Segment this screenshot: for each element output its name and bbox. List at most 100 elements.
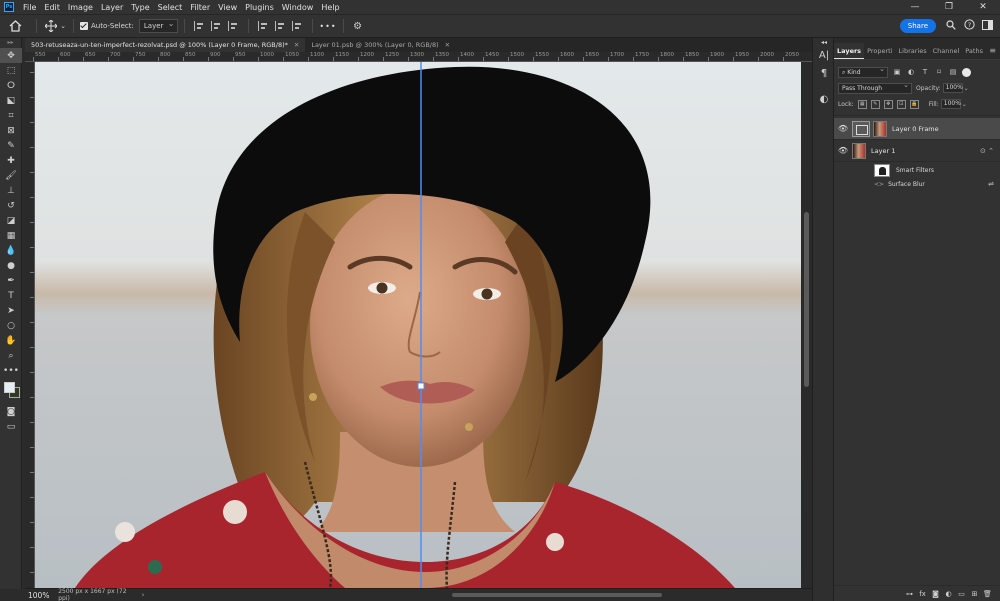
align-bottom-icon[interactable] — [292, 21, 303, 31]
blending-options-icon[interactable]: ⇌ — [988, 180, 994, 188]
smart-filters-row[interactable]: Smart Filters — [834, 162, 1000, 178]
tab-properties[interactable]: Properti — [864, 43, 895, 59]
type-tool-icon[interactable]: T — [0, 288, 22, 303]
menu-plugins[interactable]: Plugins — [241, 3, 278, 12]
layer-style-fx-icon[interactable]: fx — [916, 590, 929, 598]
transform-handle[interactable] — [417, 382, 425, 390]
auto-select-checkbox[interactable] — [80, 22, 88, 30]
edit-toolbar-icon[interactable]: ••• — [0, 363, 22, 378]
menu-filter[interactable]: Filter — [186, 3, 214, 12]
layer-row-layer-0-frame[interactable]: 👁 Layer 0 Frame — [834, 118, 1000, 140]
filter-toggle-icon[interactable] — [962, 67, 971, 77]
clone-stamp-tool-icon[interactable]: ⊥ — [0, 183, 22, 198]
quick-mask-icon[interactable]: ◙ — [0, 404, 22, 419]
ellipse-tool-icon[interactable]: ○ — [0, 318, 22, 333]
status-menu-arrow-icon[interactable]: › — [142, 591, 145, 599]
filter-kind-dropdown[interactable]: ⌕ Kind — [838, 65, 888, 78]
menu-edit[interactable]: Edit — [40, 3, 64, 12]
screen-mode-icon[interactable]: ▭ — [0, 419, 22, 434]
delete-layer-icon[interactable]: 🗑 — [981, 590, 994, 598]
layer-name[interactable]: Layer 1 — [871, 147, 895, 155]
lock-image-icon[interactable]: ✎ — [870, 99, 880, 109]
layer-row-layer-1[interactable]: 👁 Layer 1 ⊙ ⌃ — [834, 140, 1000, 162]
marquee-tool-icon[interactable]: ⬚ — [0, 63, 22, 78]
new-layer-icon[interactable]: ⊞ — [968, 590, 981, 598]
move-tool-icon[interactable]: ✥ — [0, 48, 22, 63]
menu-image[interactable]: Image — [64, 3, 97, 12]
eraser-tool-icon[interactable]: ◪ — [0, 213, 22, 228]
crop-tool-icon[interactable]: ⌗ — [0, 108, 22, 123]
layer-thumbnail[interactable] — [852, 142, 866, 159]
gradient-tool-icon[interactable]: ▦ — [0, 228, 22, 243]
blend-mode-dropdown[interactable]: Pass Through — [838, 81, 912, 94]
home-icon[interactable] — [0, 18, 30, 34]
document-info[interactable]: 2500 px x 1667 px (72 ppi) — [54, 588, 141, 601]
object-selection-tool-icon[interactable]: ⬕ — [0, 93, 22, 108]
vertical-scroll-thumb[interactable] — [804, 212, 809, 387]
zoom-level[interactable]: 100% — [25, 591, 54, 600]
eyedropper-tool-icon[interactable]: ✎ — [0, 138, 22, 153]
help-icon[interactable]: ? — [960, 19, 978, 33]
lock-position-icon[interactable]: ✥ — [883, 99, 893, 109]
character-panel-icon[interactable]: A| — [813, 46, 835, 64]
search-icon[interactable] — [942, 19, 960, 33]
pen-tool-icon[interactable]: ✒ — [0, 273, 22, 288]
surface-blur-row[interactable]: ≺≻ Surface Blur ⇌ — [834, 178, 1000, 190]
adjustment-layer-icon[interactable]: ◐ — [942, 590, 955, 598]
settings-gear-icon[interactable]: ⚙ — [350, 18, 366, 34]
menu-type[interactable]: Type — [127, 3, 153, 12]
lock-all-icon[interactable]: 🔒 — [909, 99, 919, 109]
adjustment-filter-icon[interactable]: ◐ — [906, 68, 916, 77]
shape-filter-icon[interactable]: ⌑ — [934, 68, 944, 77]
photoshop-logo-icon[interactable]: Ps — [4, 2, 14, 12]
align-top-icon[interactable] — [258, 21, 269, 31]
menu-view[interactable]: View — [214, 3, 241, 12]
align-middle-icon[interactable] — [275, 21, 286, 31]
brush-tool-icon[interactable]: 🖌 — [0, 168, 22, 183]
tab-libraries[interactable]: Libraries — [896, 43, 930, 59]
lock-artboard-icon[interactable]: ⊡ — [896, 99, 906, 109]
add-mask-icon[interactable]: ◙ — [929, 590, 942, 598]
frame-thumbnail[interactable] — [852, 120, 870, 137]
share-button[interactable]: Share — [899, 19, 936, 33]
history-brush-tool-icon[interactable]: ↺ — [0, 198, 22, 213]
lasso-tool-icon[interactable]: ⵔ — [0, 78, 22, 93]
dodge-tool-icon[interactable]: ● — [0, 258, 22, 273]
hand-tool-icon[interactable]: ✋ — [0, 333, 22, 348]
tool-preset-chevron-icon[interactable]: ⌄ — [59, 18, 67, 34]
horizontal-scrollbar[interactable] — [152, 591, 812, 599]
smart-filter-mask-thumbnail[interactable] — [874, 163, 890, 177]
blur-tool-icon[interactable]: 💧 — [0, 243, 22, 258]
vertical-ruler[interactable] — [25, 62, 35, 588]
menu-window[interactable]: Window — [278, 3, 318, 12]
menu-select[interactable]: Select — [154, 3, 187, 12]
visibility-eye-icon[interactable]: 👁 — [834, 146, 852, 155]
layer-name[interactable]: Layer 0 Frame — [892, 125, 939, 133]
toolbar-collapse-icon[interactable]: ▸▸ — [0, 38, 21, 48]
zoom-tool-icon[interactable]: ⌕ — [0, 348, 22, 363]
paragraph-panel-icon[interactable]: ¶ — [813, 64, 835, 82]
close-tab-icon[interactable]: ✕ — [294, 41, 299, 49]
align-center-icon[interactable] — [211, 21, 222, 31]
close-window-icon[interactable]: ✕ — [966, 2, 1000, 12]
tab-channels[interactable]: Channel — [930, 43, 963, 59]
menu-file[interactable]: File — [19, 3, 40, 12]
vertical-scrollbar[interactable] — [801, 62, 812, 588]
path-selection-tool-icon[interactable]: ➤ — [0, 303, 22, 318]
tab-paths[interactable]: Paths — [962, 43, 986, 59]
document-canvas[interactable] — [35, 62, 801, 588]
auto-select-target-dropdown[interactable]: Layer — [138, 18, 179, 33]
close-tab-icon[interactable]: ✕ — [445, 41, 450, 49]
menu-layer[interactable]: Layer — [97, 3, 127, 12]
panel-menu-icon[interactable]: ≡ — [989, 46, 1000, 59]
link-layers-icon[interactable]: ⊶ — [903, 590, 916, 598]
opacity-field[interactable]: 100% — [942, 83, 963, 93]
restore-icon[interactable]: ❐ — [932, 2, 966, 12]
document-tab-active[interactable]: 503-retuseaza-un-ten-imperfect-rezolvat.… — [25, 38, 306, 52]
workspace-icon[interactable] — [978, 19, 996, 33]
horizontal-scroll-thumb[interactable] — [452, 593, 663, 597]
tab-layers[interactable]: Layers — [834, 43, 865, 59]
color-swatches[interactable] — [0, 378, 22, 404]
move-tool-icon[interactable] — [43, 18, 59, 34]
type-filter-icon[interactable]: T — [920, 68, 930, 77]
